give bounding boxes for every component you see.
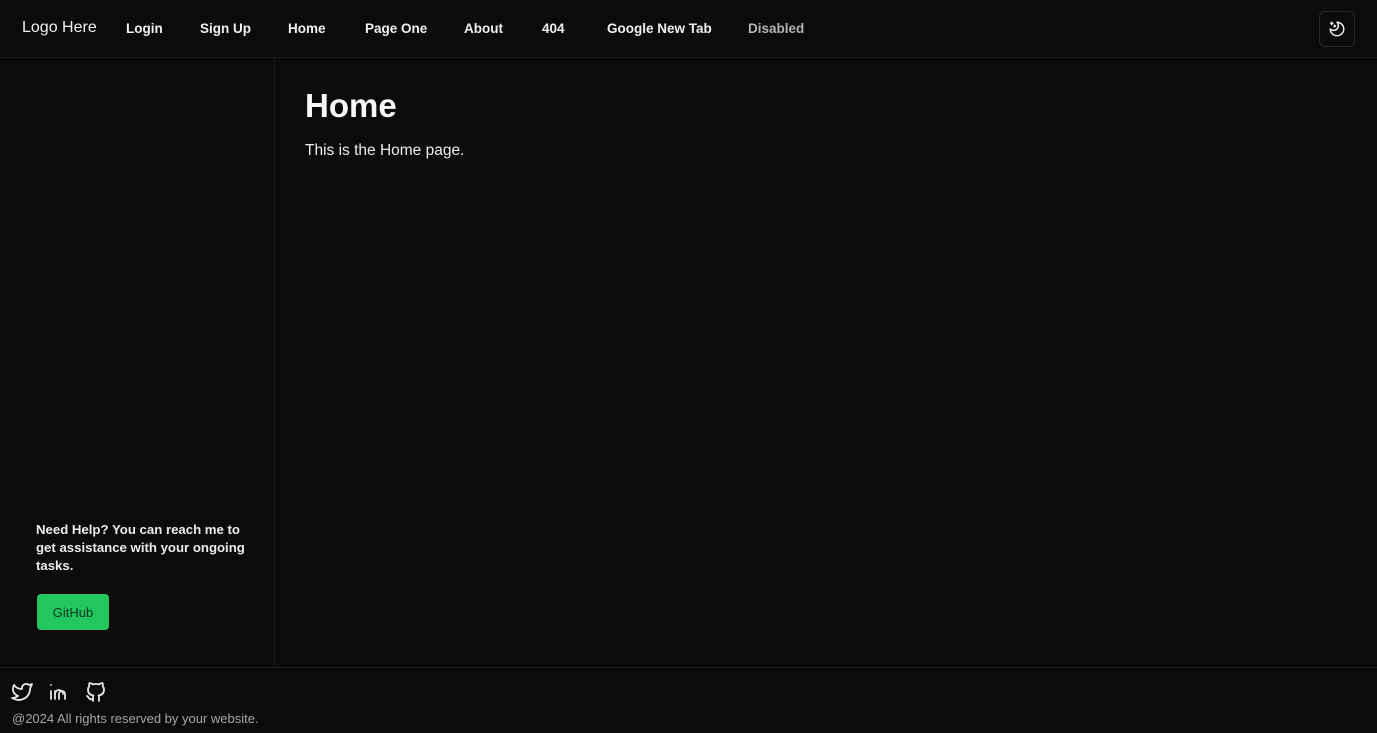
twitter-icon[interactable] [10, 680, 34, 704]
sidebar: Need Help? You can reach me to get assis… [0, 59, 275, 667]
nav-link-google-new-tab[interactable]: Google New Tab [607, 21, 712, 36]
theme-toggle-button[interactable] [1319, 11, 1355, 47]
logo[interactable]: Logo Here [22, 19, 97, 37]
nav-link-home[interactable]: Home [288, 21, 326, 36]
page-description: This is the Home page. [305, 142, 465, 159]
linkedin-icon[interactable] [47, 680, 71, 704]
github-icon[interactable] [84, 680, 108, 704]
nav-link-login[interactable]: Login [126, 21, 163, 36]
nav-link-disabled: Disabled [748, 21, 805, 36]
copyright-text: @2024 All rights reserved by your websit… [12, 711, 259, 726]
nav-link-404[interactable]: 404 [542, 21, 565, 36]
page-title: Home [305, 87, 397, 124]
footer: @2024 All rights reserved by your websit… [0, 667, 1377, 733]
nav-link-page-one[interactable]: Page One [365, 21, 427, 36]
nav-link-sign-up[interactable]: Sign Up [200, 21, 251, 36]
help-text: Need Help? You can reach me to get assis… [36, 522, 245, 573]
main-content: Home This is the Home page. [276, 59, 1377, 667]
github-button[interactable]: GitHub [37, 594, 109, 630]
nav-link-about[interactable]: About [464, 21, 503, 36]
moon-stars-icon [1329, 21, 1345, 37]
navbar: Logo Here Login Sign Up Home Page One Ab… [0, 0, 1377, 58]
